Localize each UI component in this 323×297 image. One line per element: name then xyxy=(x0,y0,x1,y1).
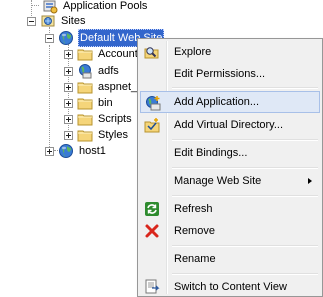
menu-item-label: Remove xyxy=(174,225,215,237)
menu-item-label: Rename xyxy=(174,253,216,265)
menu-item-label: Add Virtual Directory... xyxy=(174,119,284,131)
sites-icon xyxy=(40,13,56,29)
add-application-icon xyxy=(145,95,161,111)
menu-item-edit-permissions[interactable]: Edit Permissions... xyxy=(140,63,320,85)
menu-item-remove[interactable]: Remove xyxy=(140,220,320,242)
tree-item-sites[interactable]: Sites xyxy=(27,13,86,29)
tree-item-host1[interactable]: host1 xyxy=(45,143,107,159)
expand-toggle[interactable] xyxy=(64,49,73,59)
refresh-icon xyxy=(144,201,160,217)
menu-item-label: Edit Permissions... xyxy=(174,68,266,80)
menu-item-explore[interactable]: Explore xyxy=(140,41,320,63)
menu-item-label: Explore xyxy=(174,46,212,58)
globe-icon xyxy=(58,143,74,159)
tree-item-label: adfs xyxy=(98,65,119,77)
menu-item-manage-web-site[interactable]: Manage Web Site xyxy=(140,170,320,192)
tree-item-label: Styles xyxy=(98,129,128,141)
tree-item-label: Sites xyxy=(61,15,86,27)
tree-item-label: host1 xyxy=(79,145,106,157)
folder-icon xyxy=(77,127,93,143)
tree-item-adfs[interactable]: adfs xyxy=(64,63,120,79)
tree-item-scripts[interactable]: Scripts xyxy=(64,111,133,127)
content-view-icon xyxy=(144,279,160,295)
expand-toggle[interactable] xyxy=(64,98,73,108)
menu-separator xyxy=(172,195,318,197)
web-app-icon xyxy=(77,63,93,79)
menu-item-rename[interactable]: Rename xyxy=(140,248,320,270)
menu-item-edit-bindings[interactable]: Edit Bindings... xyxy=(140,142,320,164)
app-pools-icon xyxy=(42,0,58,14)
remove-icon xyxy=(144,223,160,239)
folder-icon xyxy=(77,95,93,111)
tree-item-account[interactable]: Account xyxy=(64,46,139,62)
menu-item-add-application[interactable]: Add Application... xyxy=(140,91,320,113)
tree-item-styles[interactable]: Styles xyxy=(64,127,129,143)
folder-icon xyxy=(77,111,93,127)
add-virtual-directory-icon xyxy=(144,117,160,133)
expand-toggle[interactable] xyxy=(64,114,73,124)
tree-item-application-pools[interactable]: Application Pools xyxy=(38,0,148,14)
menu-item-refresh[interactable]: Refresh xyxy=(140,198,320,220)
tree-item-bin[interactable]: bin xyxy=(64,95,114,111)
globe-icon xyxy=(58,30,74,46)
tree-item-aspnet[interactable]: aspnet_ xyxy=(64,79,138,95)
folder-icon xyxy=(77,46,93,62)
submenu-arrow-icon xyxy=(308,178,312,184)
menu-item-add-virtual-directory[interactable]: Add Virtual Directory... xyxy=(140,114,320,136)
explore-icon xyxy=(144,44,160,60)
tree-item-label: Scripts xyxy=(98,113,132,125)
menu-item-label: Switch to Content View xyxy=(174,281,287,293)
menu-separator xyxy=(172,139,318,141)
context-menu: Explore Edit Permissions... Add Applicat… xyxy=(137,38,323,297)
tree-item-label: Account xyxy=(98,48,138,60)
menu-item-switch-to-content-view[interactable]: Switch to Content View xyxy=(140,276,320,297)
menu-separator xyxy=(172,273,318,275)
menu-item-label: Edit Bindings... xyxy=(174,147,248,159)
tree-item-label: bin xyxy=(98,97,113,109)
collapse-toggle[interactable] xyxy=(27,16,36,26)
expand-toggle[interactable] xyxy=(64,66,73,76)
expand-toggle[interactable] xyxy=(64,82,73,92)
menu-item-label: Manage Web Site xyxy=(174,175,262,187)
menu-separator xyxy=(172,87,318,89)
folder-icon xyxy=(77,79,93,95)
menu-item-label: Refresh xyxy=(174,203,213,215)
menu-separator xyxy=(172,167,318,169)
tree-item-label: Application Pools xyxy=(63,0,148,12)
menu-item-label: Add Application... xyxy=(174,96,260,108)
expand-toggle[interactable] xyxy=(64,130,73,140)
collapse-toggle[interactable] xyxy=(45,33,54,43)
tree-item-label: aspnet_ xyxy=(98,81,138,93)
tree-connector xyxy=(49,45,50,151)
menu-separator xyxy=(172,245,318,247)
expand-toggle[interactable] xyxy=(45,146,54,156)
